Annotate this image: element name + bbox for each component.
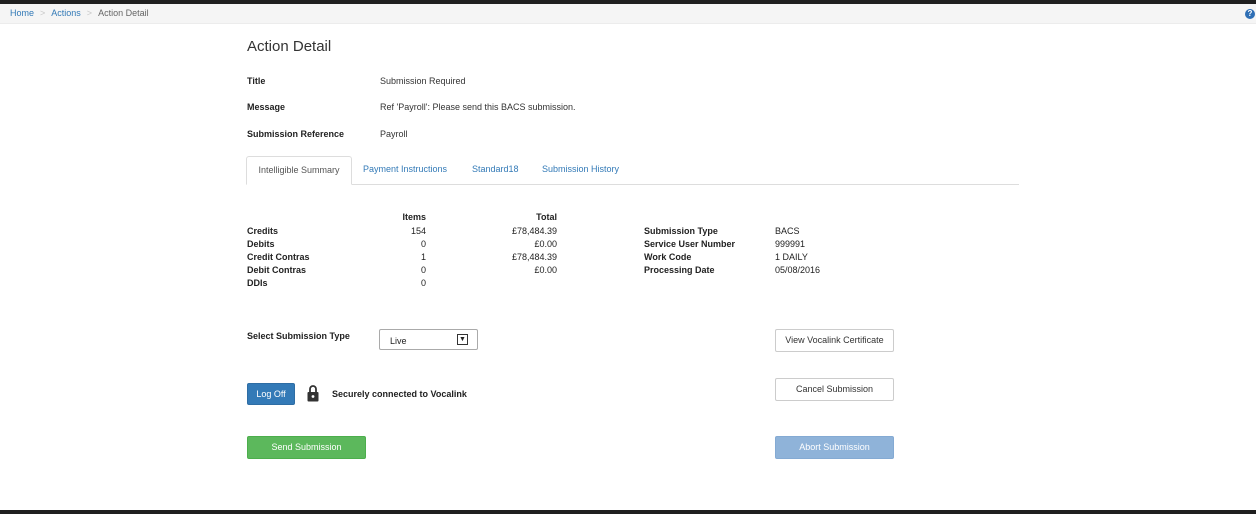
summary-row-items: 154 <box>410 226 426 236</box>
help-icon[interactable]: ? <box>1245 9 1255 19</box>
breadcrumb: Home > Actions > Action Detail ? <box>0 4 1256 24</box>
summary-row-items: 0 <box>420 239 426 249</box>
total-header: Total <box>536 212 557 222</box>
breadcrumb-separator: > <box>86 8 93 18</box>
breadcrumb-separator: > <box>40 8 46 18</box>
secure-connection-status: Securely connected to Vocalink <box>332 389 467 399</box>
info-label-processing-date: Processing Date <box>644 265 715 275</box>
summary-row-label: Debits <box>247 239 275 249</box>
info-label-submission-type: Submission Type <box>644 226 718 236</box>
summary-row-label: Credit Contras <box>247 252 310 262</box>
log-off-button[interactable]: Log Off <box>247 383 295 405</box>
items-header: Items <box>402 212 426 222</box>
summary-row-total: £78,484.39 <box>511 226 557 236</box>
chevron-down-icon: ▼ <box>457 334 468 345</box>
field-value-submission-reference: Payroll <box>380 129 408 139</box>
tab-submission-history[interactable]: Submission History <box>542 156 619 183</box>
lock-icon <box>307 385 319 402</box>
breadcrumb-actions-link[interactable]: Actions <box>51 8 81 18</box>
tab-intelligible-summary[interactable]: Intelligible Summary <box>246 156 352 185</box>
summary-row-items: 0 <box>420 278 426 288</box>
field-value-message: Ref 'Payroll': Please send this BACS sub… <box>380 102 576 112</box>
summary-row-total: £78,484.39 <box>511 252 557 262</box>
info-value-work-code: 1 DAILY <box>775 252 808 262</box>
submission-type-select[interactable]: Live ▼ <box>379 329 478 350</box>
breadcrumb-current: Action Detail <box>98 8 149 18</box>
tab-payment-instructions[interactable]: Payment Instructions <box>363 156 447 183</box>
info-label-work-code: Work Code <box>644 252 692 262</box>
breadcrumb-home-link[interactable]: Home <box>10 8 34 18</box>
summary-row-label: DDIs <box>247 278 268 288</box>
submission-type-selected-value: Live <box>390 336 407 346</box>
field-label-title: Title <box>247 76 266 86</box>
select-submission-type-label: Select Submission Type <box>247 331 350 341</box>
send-submission-button[interactable]: Send Submission <box>247 436 366 459</box>
window-bottom-bar <box>0 510 1256 514</box>
info-value-service-user-number: 999991 <box>775 239 806 249</box>
tab-bar: Intelligible Summary Payment Instruction… <box>246 156 1019 185</box>
info-value-submission-type: BACS <box>775 226 800 236</box>
page-title: Action Detail <box>247 38 332 55</box>
abort-submission-button[interactable]: Abort Submission <box>775 436 894 459</box>
summary-row-items: 1 <box>420 252 426 262</box>
tab-standard18[interactable]: Standard18 <box>472 156 519 183</box>
summary-row-total: £0.00 <box>534 239 557 249</box>
info-label-service-user-number: Service User Number <box>644 239 736 249</box>
field-label-message: Message <box>247 102 286 112</box>
cancel-submission-button[interactable]: Cancel Submission <box>775 378 894 401</box>
summary-row-label: Credits <box>247 226 279 236</box>
info-value-processing-date: 05/08/2016 <box>775 265 821 275</box>
summary-row-items: 0 <box>420 265 426 275</box>
field-value-title: Submission Required <box>380 76 466 86</box>
summary-row-label: Debit Contras <box>247 265 307 275</box>
field-label-submission-reference: Submission Reference <box>247 129 345 139</box>
summary-row-total: £0.00 <box>534 265 557 275</box>
view-vocalink-certificate-button[interactable]: View Vocalink Certificate <box>775 329 894 352</box>
